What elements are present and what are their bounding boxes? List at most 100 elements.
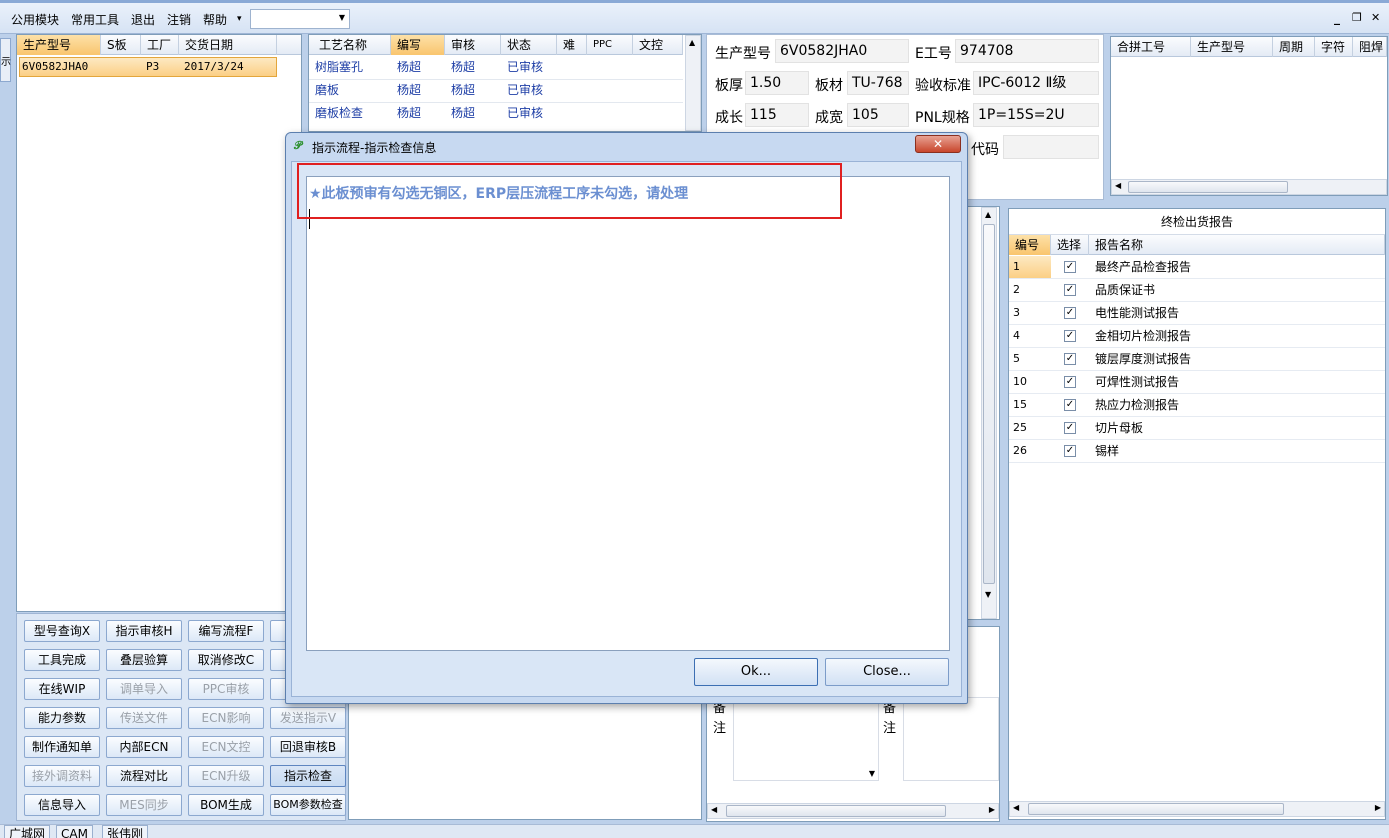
table-row[interactable]: 磨板 杨超 杨超 已审核 [309, 79, 683, 102]
col-select[interactable]: 选择 [1051, 235, 1089, 255]
report-select-checkbox[interactable]: ✓ [1064, 261, 1076, 273]
table-row[interactable]: 10 ✓ 可焊性测试报告 [1009, 371, 1385, 394]
col-ppc[interactable]: PPC [587, 35, 633, 55]
flow-compare-button[interactable]: 流程对比 [106, 765, 182, 787]
table-row[interactable]: 4 ✓ 金相切片检测报告 [1009, 325, 1385, 348]
remark-textarea-left[interactable]: ▼ [733, 697, 879, 781]
col-character[interactable]: 字符 [1315, 37, 1353, 57]
e-no-field[interactable]: 974708 [955, 39, 1099, 63]
scroll-thumb[interactable] [726, 805, 946, 817]
col-reviewer[interactable]: 审核 [445, 35, 501, 55]
code-field[interactable] [1003, 135, 1099, 159]
mes-sync-button[interactable]: MES同步 [106, 794, 182, 816]
bom-generate-button[interactable]: BOM生成 [188, 794, 264, 816]
order-import-button[interactable]: 调单导入 [106, 678, 182, 700]
info-import-button[interactable]: 信息导入 [24, 794, 100, 816]
scroll-thumb[interactable] [1028, 803, 1284, 815]
scroll-up-icon[interactable]: ▲ [689, 38, 695, 47]
instruction-check-button[interactable]: 指示检查 [270, 765, 346, 787]
middle-panel-scrollbar[interactable]: ▲ ▼ [981, 207, 997, 619]
remark-textarea-right[interactable] [903, 697, 999, 781]
prod-model-field[interactable]: 6V0582JHA0 [775, 39, 909, 63]
bom-param-check-button[interactable]: BOM参数检查 [270, 794, 346, 816]
model-query-button[interactable]: 型号查询X [24, 620, 100, 642]
remark-hscroll[interactable]: ◀ ▶ [707, 803, 999, 819]
scroll-right-icon[interactable]: ▶ [1375, 803, 1381, 812]
message-textarea[interactable]: ★此板预审有勾选无铜区，ERP层压流程工序未勾选，请处理 [306, 176, 950, 651]
report-select-checkbox[interactable]: ✓ [1064, 353, 1076, 365]
table-row[interactable]: 树脂塞孔 杨超 杨超 已审核 [309, 56, 683, 79]
table-row[interactable]: 25 ✓ 切片母板 [1009, 417, 1385, 440]
merge-grid-hscroll[interactable]: ◀ [1111, 179, 1387, 195]
scroll-left-icon[interactable]: ◀ [1013, 803, 1019, 812]
dialog-close-icon[interactable]: ✕ [915, 135, 961, 153]
scroll-thumb[interactable] [983, 224, 995, 584]
thickness-field[interactable]: 1.50 [745, 71, 809, 95]
material-field[interactable]: TU-768 [847, 71, 909, 95]
menu-help-dropdown-icon[interactable]: ▾ [237, 14, 242, 24]
report-select-checkbox[interactable]: ✓ [1064, 422, 1076, 434]
menu-help[interactable]: 帮助 [203, 11, 227, 28]
close-icon[interactable]: ✕ [1371, 11, 1380, 24]
production-notice-button[interactable]: 制作通知单 [24, 736, 100, 758]
scroll-up-icon[interactable]: ▲ [985, 210, 991, 219]
minimize-icon[interactable]: _ [1334, 11, 1340, 25]
send-instruction-button[interactable]: 发送指示V [270, 707, 346, 729]
scroll-thumb[interactable] [1128, 181, 1288, 193]
dialog-titlebar[interactable]: 𝒫 指示流程-指示检查信息 ✕ [286, 133, 967, 159]
ecn-upgrade-button[interactable]: ECN升级 [188, 765, 264, 787]
col-report-name[interactable]: 报告名称 [1089, 235, 1385, 255]
scroll-right-icon[interactable]: ▶ [989, 805, 995, 814]
ecn-impact-button[interactable]: ECN影响 [188, 707, 264, 729]
status-tab-network[interactable]: 广城网 [4, 825, 51, 838]
scroll-down-icon[interactable]: ▼ [869, 769, 875, 778]
scroll-down-icon[interactable]: ▼ [985, 590, 991, 599]
scroll-left-icon[interactable]: ◀ [1115, 181, 1121, 190]
menu-common-tools[interactable]: 常用工具 [71, 11, 119, 28]
table-row[interactable]: 6V0582JHA0 P3 2017/3/24 [19, 57, 277, 77]
report-select-checkbox[interactable]: ✓ [1064, 307, 1076, 319]
table-row[interactable]: 5 ✓ 镀层厚度测试报告 [1009, 348, 1385, 371]
pnl-field[interactable]: 1P=15S=2U [973, 103, 1099, 127]
side-collapse-tab[interactable]: 示 [0, 38, 11, 82]
write-flow-button[interactable]: 编写流程F [188, 620, 264, 642]
col-production-model[interactable]: 生产型号 [17, 35, 101, 55]
report-select-checkbox[interactable]: ✓ [1064, 445, 1076, 457]
col-factory[interactable]: 工厂 [141, 35, 179, 55]
report-select-checkbox[interactable]: ✓ [1064, 284, 1076, 296]
send-file-button[interactable]: 传送文件 [106, 707, 182, 729]
cancel-modify-button[interactable]: 取消修改C [188, 649, 264, 671]
scroll-left-icon[interactable]: ◀ [711, 805, 717, 814]
process-grid-scrollbar[interactable]: ▲ [685, 35, 701, 131]
col-merge-model[interactable]: 生产型号 [1191, 37, 1273, 57]
col-merge-no[interactable]: 合拼工号 [1111, 37, 1191, 57]
table-row[interactable]: 15 ✓ 热应力检测报告 [1009, 394, 1385, 417]
col-report-no[interactable]: 编号 [1009, 235, 1051, 255]
capability-params-button[interactable]: 能力参数 [24, 707, 100, 729]
col-solder-mask[interactable]: 阻焊 [1353, 37, 1387, 57]
status-tab-cam[interactable]: CAM [56, 825, 93, 838]
instruction-review-button[interactable]: 指示审核H [106, 620, 182, 642]
report-select-checkbox[interactable]: ✓ [1064, 376, 1076, 388]
menu-logout[interactable]: 注销 [167, 11, 191, 28]
stackup-calc-button[interactable]: 叠层验算 [106, 649, 182, 671]
col-delivery-date[interactable]: 交货日期 [179, 35, 277, 55]
col-document-control[interactable]: 文控 [633, 35, 683, 55]
col-s-board[interactable]: S板 [101, 35, 141, 55]
col-status[interactable]: 状态 [501, 35, 557, 55]
ppc-review-button[interactable]: PPC审核 [188, 678, 264, 700]
internal-ecn-button[interactable]: 内部ECN [106, 736, 182, 758]
col-writer[interactable]: 编写 [391, 35, 445, 55]
menu-public-modules[interactable]: 公用模块 [11, 11, 59, 28]
ok-button[interactable]: Ok... [694, 658, 818, 686]
close-button[interactable]: Close... [825, 658, 949, 686]
report-select-checkbox[interactable]: ✓ [1064, 399, 1076, 411]
rollback-review-button[interactable]: 回退审核B [270, 736, 346, 758]
restore-icon[interactable]: ❐ [1352, 11, 1362, 24]
tool-complete-button[interactable]: 工具完成 [24, 649, 100, 671]
col-process-name[interactable]: 工艺名称 [309, 35, 391, 55]
table-row[interactable]: 2 ✓ 品质保证书 [1009, 279, 1385, 302]
ecn-doc-control-button[interactable]: ECN文控 [188, 736, 264, 758]
menu-exit[interactable]: 退出 [131, 11, 155, 28]
report-hscroll[interactable]: ◀ ▶ [1009, 801, 1385, 817]
